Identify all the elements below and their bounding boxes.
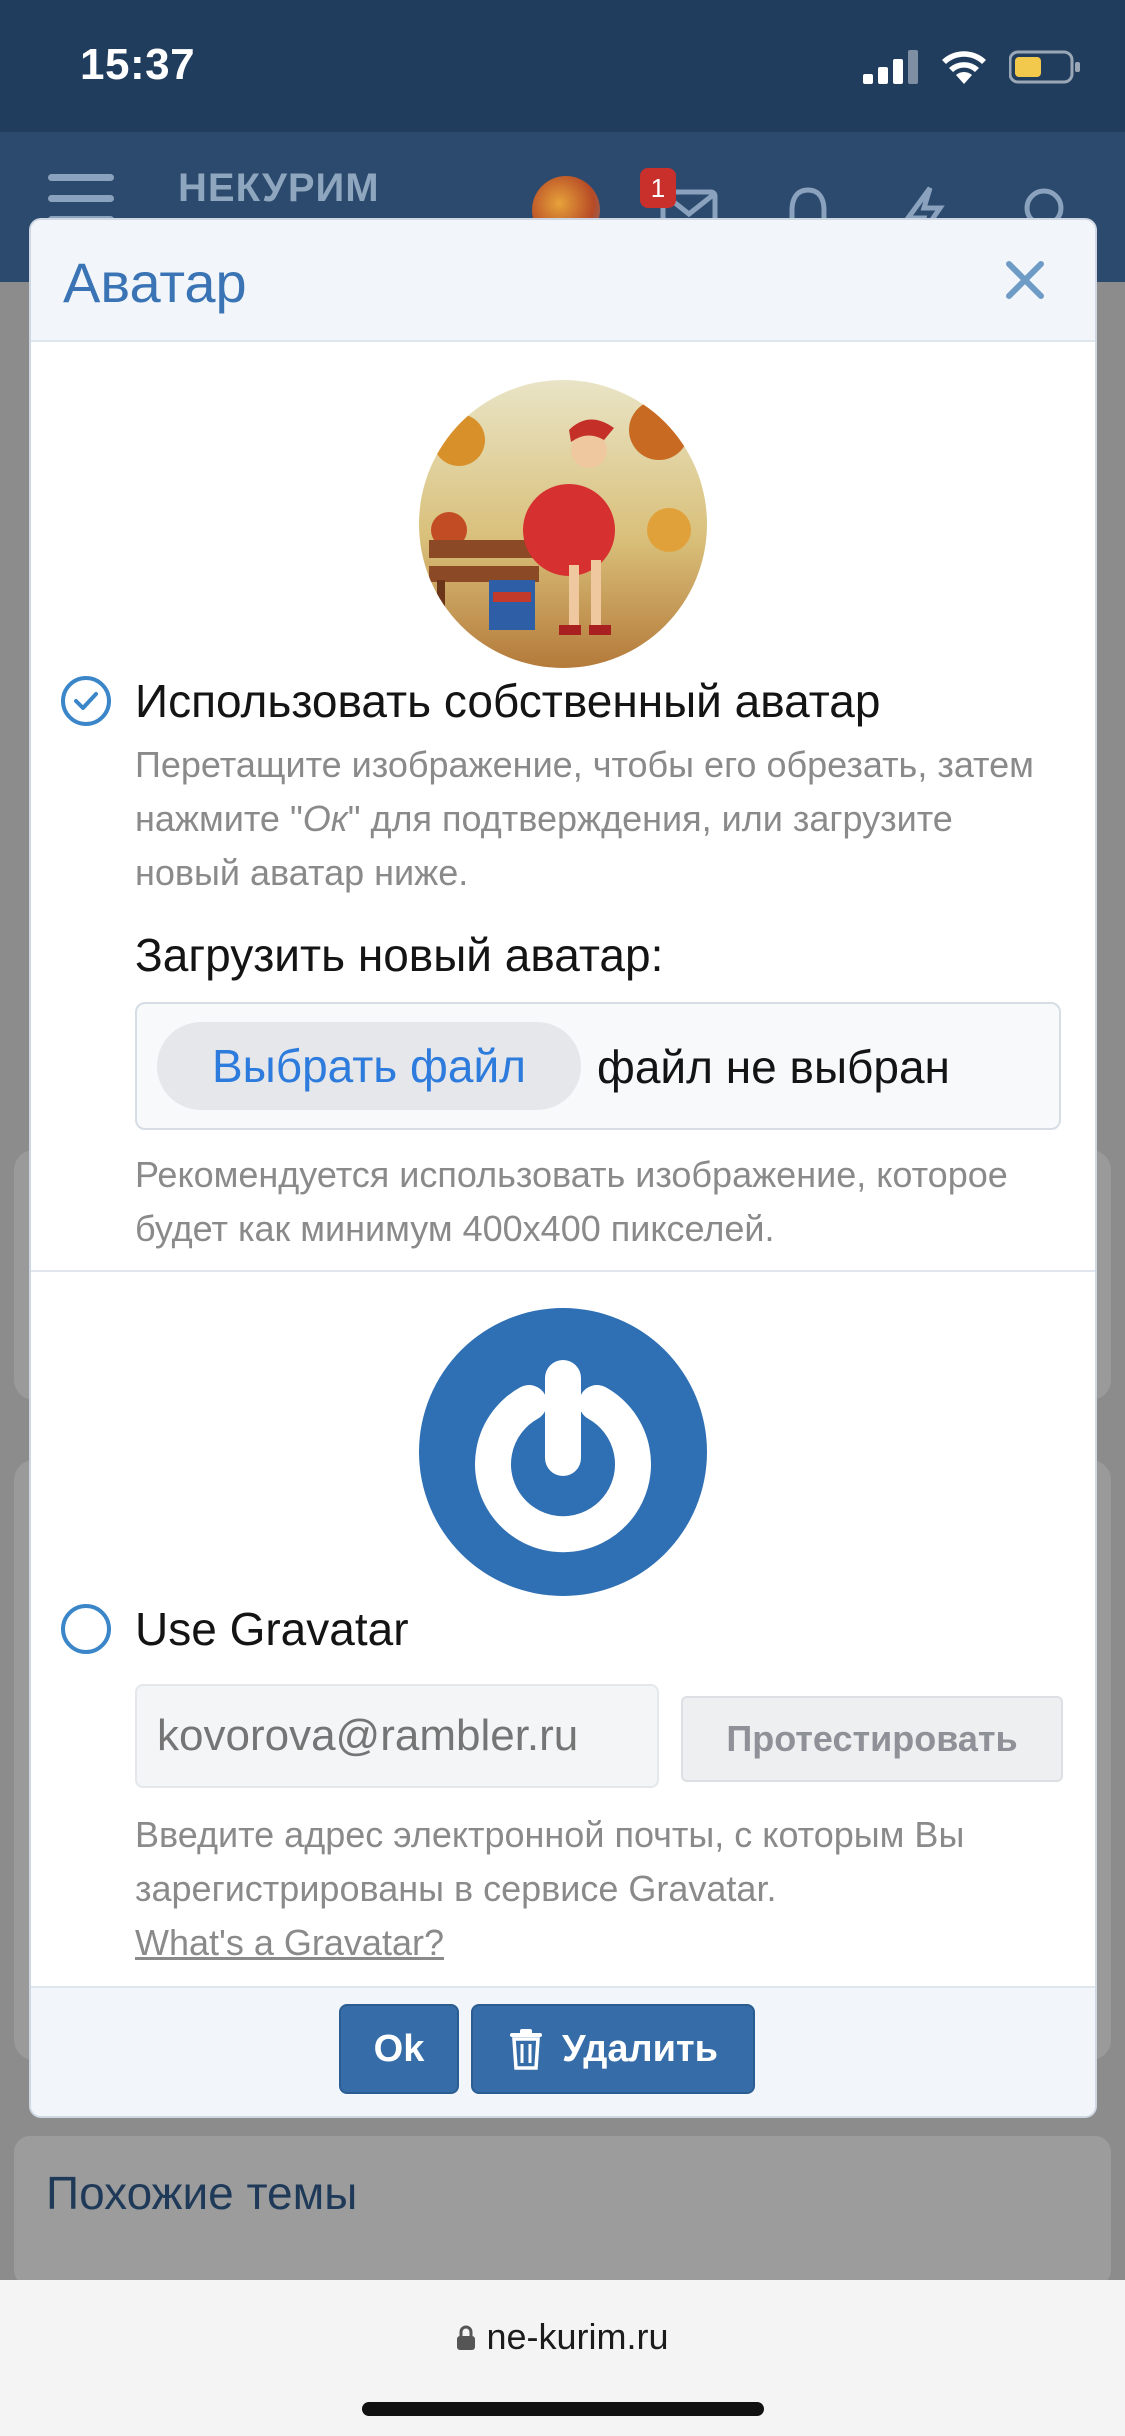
ok-button-label: Ok (373, 2027, 425, 2070)
wifi-icon (942, 51, 986, 84)
browser-address-bar[interactable]: ne-kurim.ru (0, 2280, 1125, 2436)
upload-hint: Рекомендуется использовать изображение, … (135, 1154, 1008, 1249)
custom-avatar-option[interactable]: Использовать собственный аватар (61, 674, 880, 728)
checkmark-icon (74, 692, 98, 710)
custom-avatar-help: Перетащите изображение, чтобы его обреза… (135, 738, 1055, 900)
gravatar-email-input[interactable] (135, 1684, 659, 1788)
whats-gravatar-link[interactable]: What's a Gravatar? (135, 1922, 444, 1963)
delete-button-label: Удалить (562, 2027, 718, 2070)
dialog-header: Аватар (31, 220, 1095, 342)
gravatar-logo-icon[interactable] (419, 1308, 707, 1596)
custom-avatar-radio[interactable] (61, 676, 111, 726)
avatar-illustration (419, 380, 707, 668)
similar-topics-section: Похожие темы (14, 2136, 1111, 2286)
custom-avatar-label: Использовать собственный аватар (135, 675, 881, 727)
upload-label: Загрузить новый аватар: (135, 929, 664, 981)
url-text: ne-kurim.ru (486, 2316, 669, 2357)
file-status-text: файл не выбран (597, 1041, 950, 1093)
avatar-dialog: Аватар Использовать собственный аватар П… (31, 220, 1095, 2116)
gravatar-radio[interactable] (61, 1604, 111, 1654)
status-bar: 15:37 (0, 0, 1125, 132)
signal-icon (863, 50, 918, 84)
choose-file-button[interactable]: Выбрать файл (157, 1022, 581, 1110)
test-gravatar-button[interactable]: Протестировать (681, 1696, 1063, 1782)
similar-topics-title: Похожие темы (46, 2167, 358, 2219)
battery-icon (1009, 50, 1080, 84)
custom-avatar-image[interactable] (419, 380, 707, 668)
ok-button[interactable]: Ok (339, 2004, 459, 2094)
menu-icon[interactable] (48, 174, 114, 224)
lock-icon (457, 2325, 476, 2350)
delete-button[interactable]: Удалить (471, 2004, 755, 2094)
home-indicator[interactable] (362, 2402, 764, 2416)
custom-avatar-section: Использовать собственный аватар Перетащи… (31, 342, 1095, 1272)
trash-icon (510, 2029, 542, 2070)
gravatar-help: Введите адрес электронной почты, с котор… (135, 1808, 1055, 1970)
gravatar-section: Use Gravatar Протестировать Введите адре… (31, 1272, 1095, 1986)
gravatar-label: Use Gravatar (135, 1603, 409, 1655)
close-icon[interactable] (999, 254, 1051, 306)
gravatar-help-text: Введите адрес электронной почты, с котор… (135, 1814, 965, 1909)
dialog-footer: Ok Удалить (31, 1986, 1095, 2116)
gravatar-option[interactable]: Use Gravatar (61, 1602, 409, 1656)
notification-badge: 1 (640, 168, 676, 208)
file-upload-field[interactable]: Выбрать файл файл не выбран (135, 1002, 1061, 1130)
url-display[interactable]: ne-kurim.ru (0, 2316, 1125, 2358)
help-text-ok: Ок (302, 798, 348, 839)
status-icons (863, 50, 1081, 84)
dialog-title: Аватар (63, 251, 247, 314)
status-time: 15:37 (80, 40, 196, 89)
site-logo[interactable]: НЕКУРИМ (178, 166, 398, 210)
